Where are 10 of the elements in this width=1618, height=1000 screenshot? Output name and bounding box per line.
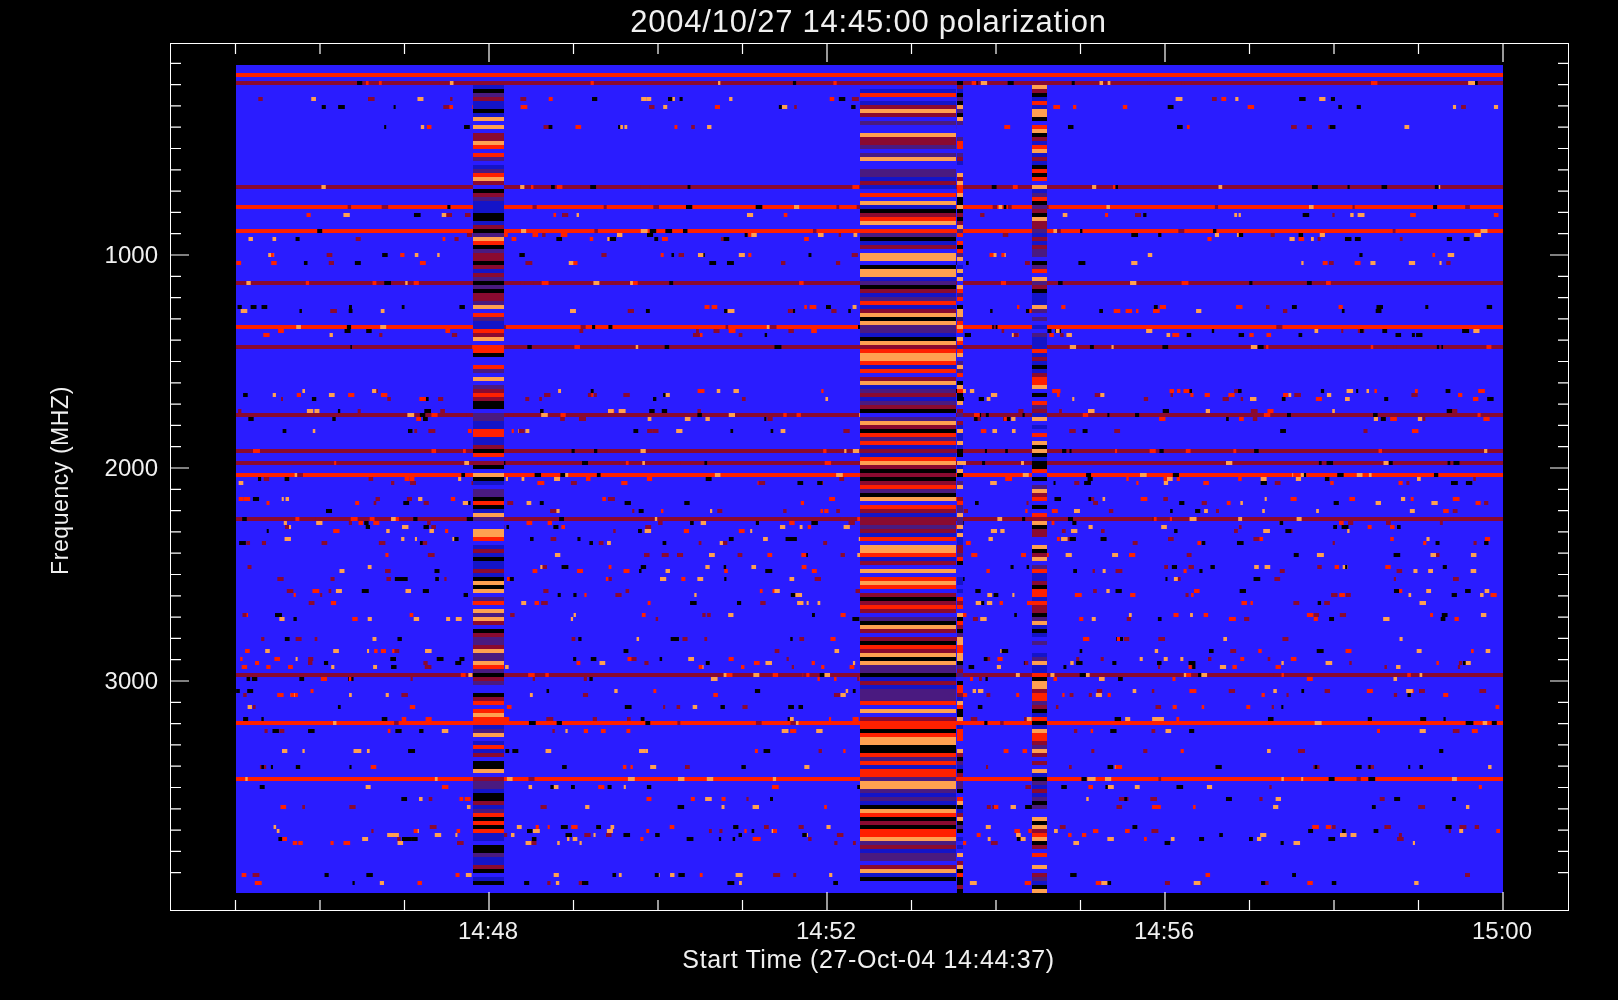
x-tick-label: 14:48 [457,919,519,943]
x-tick-label: 14:56 [1133,919,1195,943]
y-tick-label: 3000 [104,669,158,693]
y-tick-label: 1000 [104,243,158,267]
y-axis-title: Frequency (MHZ) [48,385,72,577]
x-tick-label: 15:00 [1471,919,1533,943]
x-tick-label: 14:52 [795,919,857,943]
y-tick-label: 2000 [104,456,158,480]
chart-title: 2004/10/27 14:45:00 polarization [630,6,1107,37]
x-axis-title: Start Time (27-Oct-04 14:44:37) [682,947,1055,972]
